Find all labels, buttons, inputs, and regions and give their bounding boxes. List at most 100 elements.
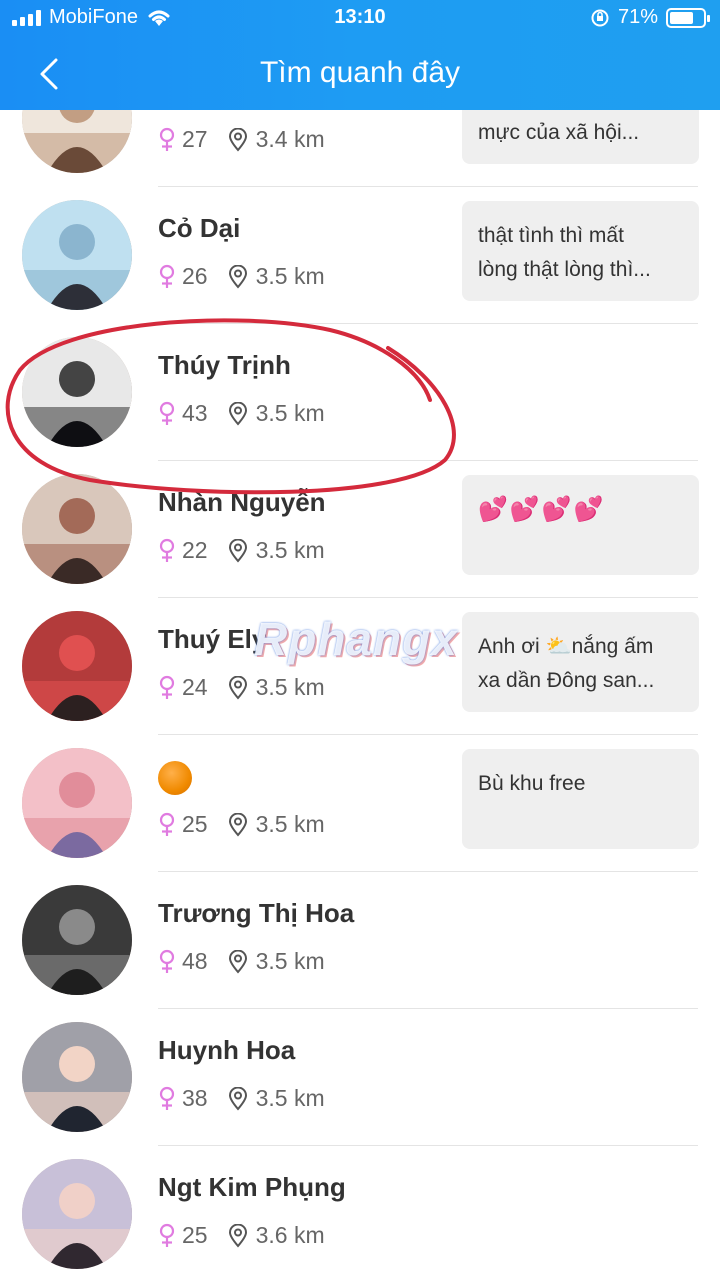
- status-bubble[interactable]: Bù khu free: [462, 749, 699, 849]
- user-age: 22: [182, 537, 208, 563]
- orange-circle-icon: [158, 761, 192, 795]
- battery-percent: 71%: [617, 6, 658, 28]
- female-icon: [159, 1086, 175, 1110]
- status-bubble[interactable]: "SAI" là chuẩnmực của xã hội...: [462, 110, 699, 164]
- status-text-line: Bù khu free: [478, 772, 586, 795]
- location-pin-icon: [228, 401, 247, 426]
- user-distance: 3.5 km: [255, 537, 325, 563]
- list-item[interactable]: Thúy Trịnh 43 3.5 km: [0, 324, 720, 461]
- avatar[interactable]: [22, 1159, 132, 1269]
- list-item[interactable]: Nhàn Nguyễn 22 3.5 km 💕💕💕💕: [0, 461, 720, 598]
- location-pin-icon: [228, 1223, 247, 1248]
- user-meta: 26 3.5 km: [158, 263, 325, 290]
- avatar[interactable]: [22, 611, 132, 721]
- location-pin-icon: [228, 949, 247, 974]
- female-icon: [159, 1223, 175, 1247]
- avatar-image: [22, 1159, 132, 1269]
- female-icon: [159, 401, 175, 425]
- list-item[interactable]: Ngt Kim Phụng 25 3.6 km: [0, 1146, 720, 1280]
- user-name: Cỏ Dại: [158, 213, 241, 243]
- user-name: Trương Thị Hoa: [158, 898, 355, 928]
- user-age: 25: [182, 1222, 208, 1248]
- user-age: 24: [182, 674, 208, 700]
- status-text-line: Anh ơi ⛅nắng ấm: [478, 635, 654, 658]
- status-text-line: xa dần Đông san...: [478, 669, 655, 692]
- avatar-image: [22, 337, 132, 447]
- user-meta: 24 3.5 km: [158, 674, 325, 701]
- user-meta: 48 3.5 km: [158, 948, 325, 975]
- user-meta: 25 3.5 km: [158, 811, 325, 838]
- user-distance: 3.5 km: [255, 811, 325, 837]
- list-item[interactable]: Thuý Ely 24 3.5 km Anh ơi ⛅nắng ấm xa dần…: [0, 598, 720, 735]
- status-bubble[interactable]: thật tình thì mất lòng thật lòng thì...: [462, 201, 699, 301]
- user-distance: 3.5 km: [255, 400, 325, 426]
- avatar[interactable]: [22, 748, 132, 858]
- user-name: Huynh Hoa: [158, 1035, 296, 1065]
- user-distance: 3.5 km: [255, 1085, 325, 1111]
- status-text-line: thật tình thì mất: [478, 224, 624, 247]
- battery-icon: [666, 7, 710, 28]
- list-item[interactable]: Dana 27 3.4 km "SAI" là chuẩnmực của xã …: [0, 110, 720, 187]
- female-icon: [159, 675, 175, 699]
- female-icon: [159, 264, 175, 288]
- page-title: Tìm quanh đây: [259, 56, 461, 89]
- female-icon: [159, 812, 175, 836]
- user-age: 27: [182, 126, 208, 152]
- avatar-image: [22, 748, 132, 858]
- list-item[interactable]: Trương Thị Hoa 48 3.5 km: [0, 872, 720, 1009]
- rotation-lock-icon: [591, 9, 609, 26]
- avatar[interactable]: [22, 474, 132, 584]
- status-bubble[interactable]: Anh ơi ⛅nắng ấm xa dần Đông san...: [462, 612, 699, 712]
- avatar-image: [22, 474, 132, 584]
- avatar[interactable]: [22, 1022, 132, 1132]
- user-name: Nhàn Nguyễn: [158, 487, 326, 517]
- avatar[interactable]: [22, 337, 132, 447]
- user-name-emoji: [158, 761, 192, 802]
- female-icon: [159, 949, 175, 973]
- user-age: 48: [182, 948, 208, 974]
- list-item[interactable]: 25 3.5 km Bù khu free: [0, 735, 720, 872]
- location-pin-icon: [228, 675, 247, 700]
- avatar[interactable]: [22, 885, 132, 995]
- user-meta: 43 3.5 km: [158, 400, 325, 427]
- navigation-bar: Tìm quanh đây: [0, 38, 720, 110]
- user-distance: 3.5 km: [255, 263, 325, 289]
- user-name: Thuý Ely: [158, 624, 267, 654]
- avatar-image: [22, 200, 132, 310]
- user-name: Thúy Trịnh: [158, 350, 291, 380]
- status-bar: MobiFone 13:10 71%: [0, 0, 720, 38]
- location-pin-icon: [228, 264, 247, 289]
- female-icon: [159, 538, 175, 562]
- list-item[interactable]: Cỏ Dại 26 3.5 km thật tình thì mất lòng t…: [0, 187, 720, 324]
- user-age: 26: [182, 263, 208, 289]
- avatar[interactable]: [22, 200, 132, 310]
- user-distance: 3.6 km: [255, 1222, 325, 1248]
- location-pin-icon: [228, 538, 247, 563]
- status-text-line: 💕💕💕💕: [478, 496, 606, 523]
- list-item[interactable]: Huynh Hoa 38 3.5 km: [0, 1009, 720, 1146]
- user-meta: 22 3.5 km: [158, 537, 325, 564]
- avatar-image: [22, 885, 132, 995]
- location-pin-icon: [228, 1086, 247, 1111]
- user-distance: 3.5 km: [255, 674, 325, 700]
- top-bar: MobiFone 13:10 71% Tìm quanh đây: [0, 0, 720, 110]
- user-age: 38: [182, 1085, 208, 1111]
- status-text-line: lòng thật lòng thì...: [478, 258, 651, 281]
- location-pin-icon: [228, 812, 247, 837]
- status-text-line: mực của xã hội...: [478, 121, 640, 144]
- location-pin-icon: [228, 127, 247, 152]
- avatar-image: [22, 110, 132, 173]
- user-meta: 27 3.4 km: [158, 126, 325, 153]
- user-distance: 3.5 km: [255, 948, 325, 974]
- avatar[interactable]: [22, 110, 132, 173]
- user-name: Ngt Kim Phụng: [158, 1172, 346, 1202]
- nearby-user-list[interactable]: Dana 27 3.4 km "SAI" là chuẩnmực của xã …: [0, 110, 720, 1280]
- status-bubble[interactable]: 💕💕💕💕: [462, 475, 699, 575]
- user-meta: 38 3.5 km: [158, 1085, 325, 1112]
- user-distance: 3.4 km: [255, 126, 325, 152]
- user-age: 25: [182, 811, 208, 837]
- avatar-image: [22, 1022, 132, 1132]
- female-icon: [159, 127, 175, 151]
- avatar-image: [22, 611, 132, 721]
- user-age: 43: [182, 400, 208, 426]
